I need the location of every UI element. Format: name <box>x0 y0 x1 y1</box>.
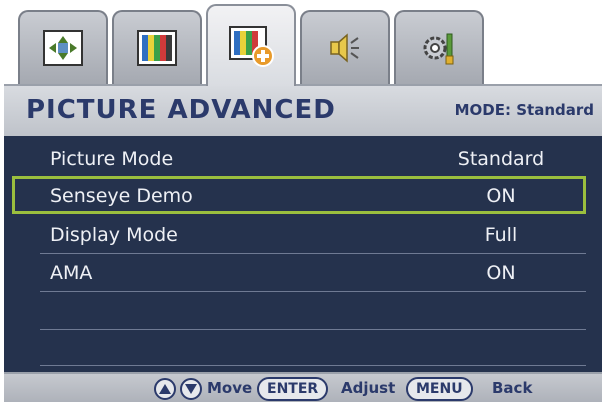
menu-item-value: Full <box>484 224 518 246</box>
picture-advanced-icon <box>229 26 274 67</box>
menu-item-ama[interactable]: AMA ON <box>40 254 586 292</box>
menu-button[interactable]: MENU <box>406 377 473 401</box>
menu-item-value: ON <box>486 185 516 207</box>
move-hint-label: Move <box>207 379 253 397</box>
display-adjust-icon <box>43 30 83 66</box>
menu-item-empty <box>40 328 586 366</box>
tab-strip <box>4 4 602 86</box>
menu-item-value: ON <box>486 262 516 284</box>
picture-mode-indicator: MODE: Standard <box>454 101 594 119</box>
menu-item-label: Picture Mode <box>50 148 174 170</box>
menu-item-label: Display Mode <box>50 224 178 246</box>
menu-item-senseye-demo[interactable]: Senseye Demo ON <box>12 176 586 214</box>
menu-item-empty <box>40 292 586 330</box>
back-hint-label: Back <box>492 379 533 397</box>
up-arrow-button[interactable] <box>154 378 176 400</box>
down-arrow-icon <box>185 384 197 394</box>
menu-header: PICTURE ADVANCED MODE: Standard <box>4 84 602 136</box>
tab-system[interactable] <box>394 10 484 84</box>
system-settings-icon <box>423 33 454 65</box>
up-arrow-icon <box>159 384 171 394</box>
down-arrow-button[interactable] <box>180 378 202 400</box>
tab-display[interactable] <box>18 10 108 84</box>
menu-list: Picture Mode Standard Senseye Demo ON Di… <box>4 136 602 372</box>
picture-color-bars-icon <box>137 30 177 66</box>
key-hint-bar: Move ENTER Adjust MENU Back <box>4 372 602 402</box>
tab-picture[interactable] <box>112 10 202 84</box>
menu-item-picture-mode[interactable]: Picture Mode Standard <box>40 140 586 178</box>
osd-menu: PICTURE ADVANCED MODE: Standard Picture … <box>4 4 602 402</box>
tab-audio[interactable] <box>300 10 390 84</box>
adjust-hint-label: Adjust <box>341 379 396 397</box>
menu-item-value: Standard <box>457 148 545 170</box>
menu-item-display-mode[interactable]: Display Mode Full <box>40 216 586 254</box>
speaker-icon <box>330 33 359 63</box>
menu-item-label: Senseye Demo <box>50 185 193 207</box>
enter-button[interactable]: ENTER <box>257 377 329 401</box>
menu-item-label: AMA <box>50 262 93 284</box>
page-title: PICTURE ADVANCED <box>26 95 336 125</box>
tab-picture-advanced[interactable] <box>206 4 296 86</box>
